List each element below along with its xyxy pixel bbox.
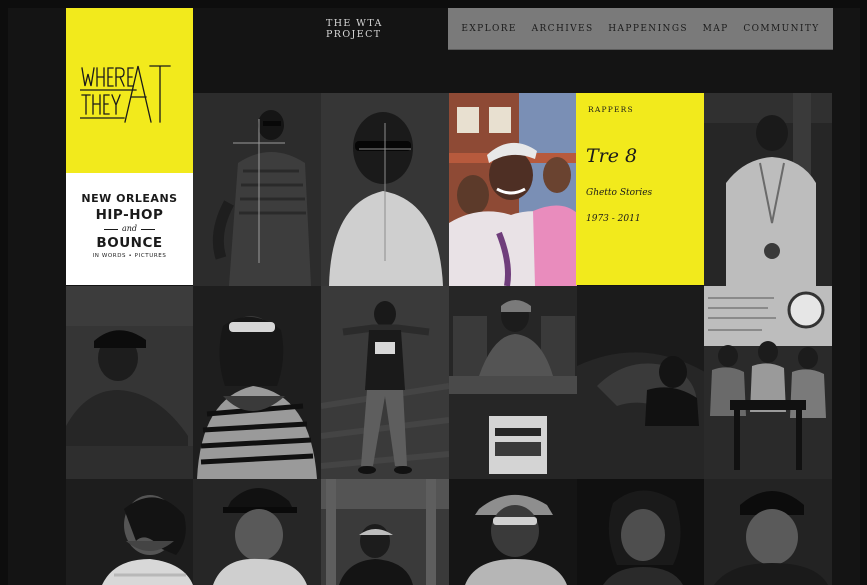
nav-happenings[interactable]: HAPPENINGS	[608, 24, 688, 34]
photo-tile[interactable]	[704, 479, 832, 585]
photo-tile[interactable]	[704, 286, 832, 479]
card-artist-name[interactable]: Tre 8	[586, 145, 637, 167]
photo-tile[interactable]	[577, 479, 705, 585]
tagline-line3: BOUNCE	[96, 235, 163, 251]
photo-tile[interactable]	[704, 93, 832, 286]
photo-tile[interactable]	[321, 479, 449, 585]
photo-tile[interactable]	[66, 286, 193, 479]
where-they-at-logo	[80, 65, 171, 123]
photo-tile[interactable]	[449, 479, 577, 585]
tagline-subtext: IN WORDS • PICTURES	[92, 253, 167, 259]
nav-map[interactable]: MAP	[703, 24, 729, 34]
main-menu: EXPLORE ARCHIVES HAPPENINGS MAP COMMUNIT…	[448, 8, 833, 50]
tagline-line1: NEW ORLEANS	[81, 192, 178, 205]
tagline-block: NEW ORLEANS HIP-HOP and BOUNCE IN WORDS …	[66, 173, 193, 285]
featured-photo-tile[interactable]	[449, 93, 577, 286]
logo-block[interactable]	[66, 8, 193, 173]
card-subtitle: Ghetto Stories	[586, 188, 653, 198]
photo-tile[interactable]	[193, 286, 321, 479]
tagline-line2: HIP-HOP	[95, 207, 164, 223]
card-years: 1973 - 2011	[586, 214, 641, 224]
photo-tile[interactable]	[321, 286, 449, 479]
photo-tile[interactable]	[193, 93, 321, 286]
featured-artist-card[interactable]: RAPPERS Tre 8 Ghetto Stories 1973 - 2011	[576, 93, 704, 285]
card-category: RAPPERS	[588, 105, 634, 114]
page: THE WTA PROJECT EXPLORE ARCHIVES HAPPENI…	[8, 8, 860, 585]
photo-tile[interactable]	[321, 93, 449, 286]
nav-community[interactable]: COMMUNITY	[743, 24, 819, 34]
photo-tile[interactable]	[449, 286, 577, 479]
nav-explore[interactable]: EXPLORE	[461, 24, 517, 34]
photo-tile[interactable]	[577, 286, 705, 479]
wta-project-link[interactable]: THE WTA PROJECT	[326, 8, 438, 50]
photo-tile[interactable]	[66, 479, 193, 585]
tagline-and: and	[66, 224, 193, 233]
photo-tile[interactable]	[193, 479, 321, 585]
nav-archives[interactable]: ARCHIVES	[532, 24, 594, 34]
